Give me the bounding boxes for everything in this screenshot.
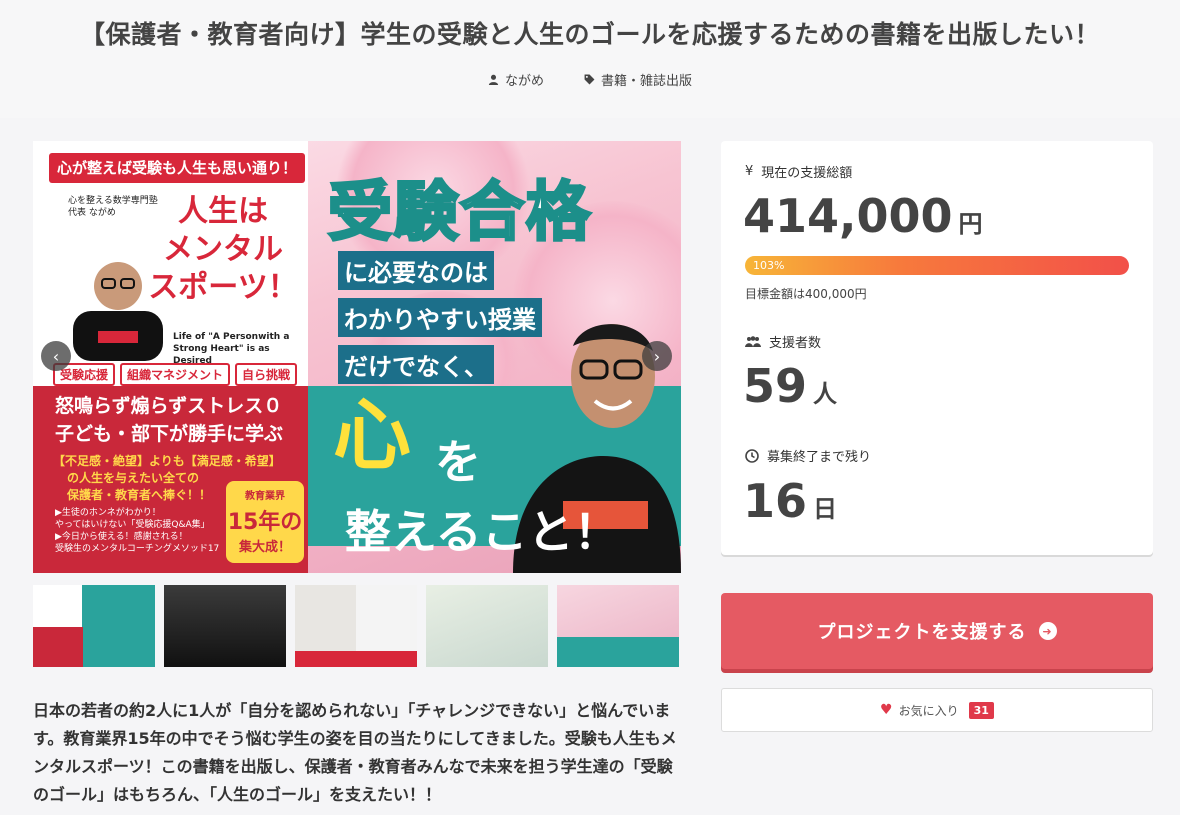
stats-panel: ¥ 現在の支援総額 414,000 円 103% 目標金額は400,000円 支援… — [721, 141, 1153, 555]
remaining-label: 募集終了まで残り — [745, 446, 871, 465]
heart-icon: ♥ — [880, 702, 893, 718]
thumbnail-5[interactable] — [557, 585, 679, 667]
hero-kokoro: 心 — [333, 391, 412, 481]
thumbnail-strip — [33, 585, 679, 667]
progress-bar: 103% — [745, 256, 1129, 275]
book-cover-title: 人生は メンタル スポーツ！ — [148, 194, 298, 305]
page-title: 【保護者・教育者向け】学生の受験と人生のゴールを応援するための書籍を出版したい！ — [79, 20, 1100, 49]
hero-headline: 受験合格 — [327, 175, 592, 252]
favorite-button[interactable]: ♥ お気に入り 31 — [721, 688, 1153, 732]
user-icon — [488, 74, 499, 85]
category-link[interactable]: 書籍・雑誌出版 — [584, 70, 692, 89]
days-remaining: 16 日 — [743, 474, 838, 528]
tag-icon — [584, 74, 595, 85]
experience-badge: 教育業界 15年の 集大成！ — [226, 481, 304, 563]
author-name: ながめ — [504, 74, 544, 89]
clock-icon — [745, 448, 759, 463]
progress-percent: 103% — [753, 259, 785, 272]
support-project-button[interactable]: プロジェクトを支援する ➜ — [721, 593, 1153, 669]
project-summary: 日本の若者の約2人に1人が「自分を認められない」「チャレンジできない」と悩んでい… — [33, 701, 677, 804]
thumbnail-2[interactable] — [164, 585, 286, 667]
category-name: 書籍・雑誌出版 — [601, 74, 693, 89]
book-cover-tagline: 心が整えば受験も人生も思い通り！ — [49, 153, 305, 183]
book-tags: 受験応援 組織マネジメント 自ら挑戦 — [53, 363, 298, 386]
goal-amount: 目標金額は400,000円 — [745, 287, 867, 301]
users-icon — [745, 335, 761, 347]
carousel-prev-button[interactable]: ‹ — [41, 341, 71, 371]
thumbnail-3[interactable] — [295, 585, 417, 667]
total-label: ¥ 現在の支援総額 — [745, 164, 853, 181]
thumbnail-4[interactable] — [426, 585, 548, 667]
supporters-count: 59 人 — [743, 359, 838, 413]
supporters-label: 支援者数 — [745, 332, 821, 351]
hero-image[interactable]: 心が整えば受験も人生も思い通り！ 心を整える数学専門塾 代表 ながめ 人生は メ… — [33, 141, 681, 573]
yen-icon: ¥ — [745, 164, 754, 179]
thumbnail-1[interactable] — [33, 585, 155, 667]
favorite-count: 31 — [968, 701, 994, 719]
author-link[interactable]: ながめ — [488, 70, 544, 89]
total-amount: 414,000 円 — [743, 189, 983, 243]
carousel-next-button[interactable]: › — [642, 341, 672, 371]
project-meta: ながめ 書籍・雑誌出版 — [0, 70, 1180, 89]
arrow-right-circle-icon: ➜ — [1038, 622, 1057, 640]
